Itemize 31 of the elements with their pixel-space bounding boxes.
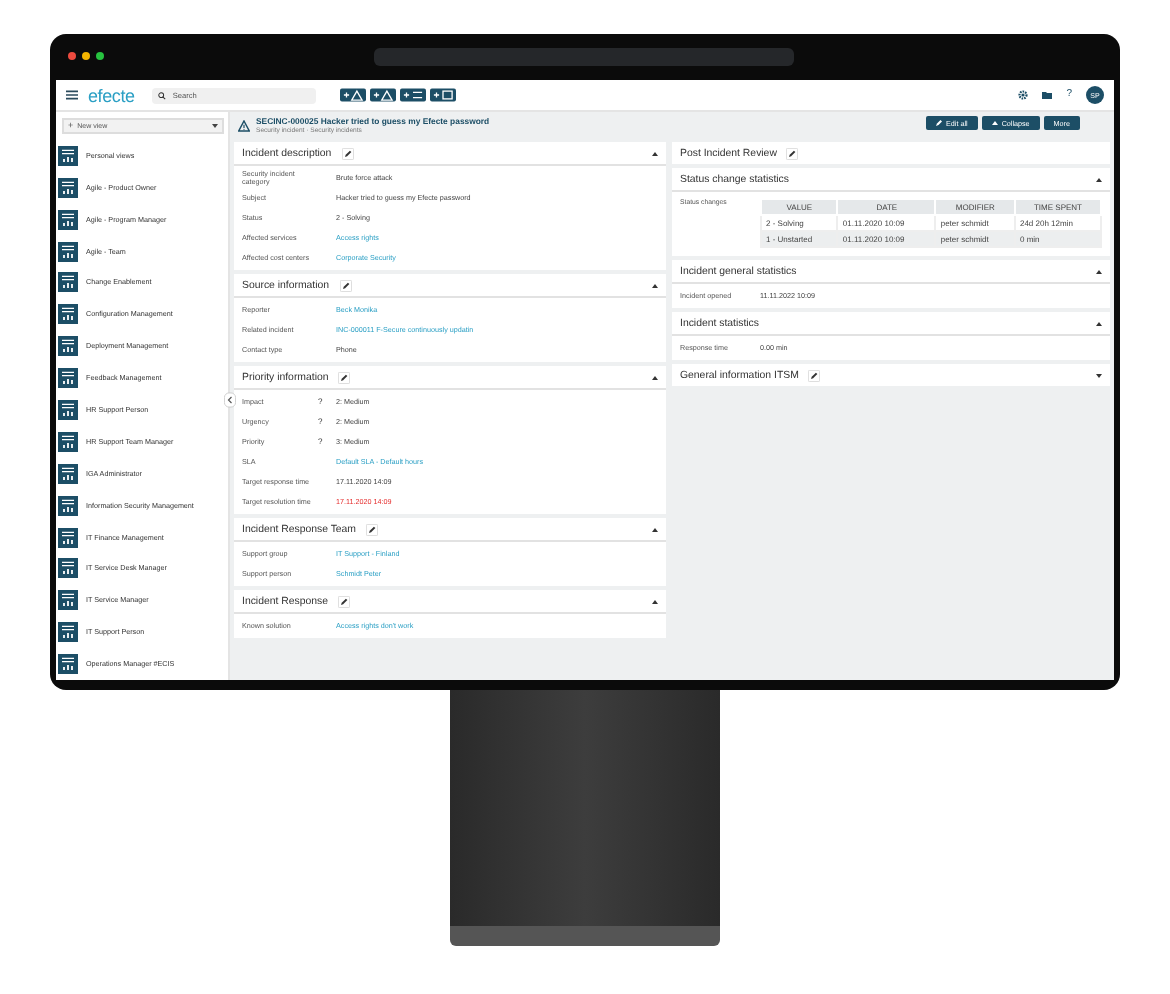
folder-icon[interactable] bbox=[1042, 90, 1053, 100]
menu-icon[interactable] bbox=[66, 90, 78, 100]
caret-up-icon[interactable] bbox=[652, 599, 658, 603]
caret-up-icon bbox=[991, 120, 998, 126]
add-window-icon[interactable] bbox=[430, 88, 457, 102]
warning-icon bbox=[238, 119, 250, 131]
settings-icon[interactable] bbox=[1018, 90, 1029, 100]
caret-up-icon[interactable] bbox=[652, 375, 658, 379]
caret-down-icon[interactable] bbox=[1096, 373, 1102, 377]
pencil-icon[interactable] bbox=[341, 147, 354, 159]
window-controls-icon[interactable] bbox=[68, 52, 104, 62]
caret-up-icon[interactable] bbox=[652, 151, 658, 155]
collapse-sidebar-icon[interactable] bbox=[224, 392, 236, 408]
caret-up-icon[interactable] bbox=[1096, 269, 1102, 273]
caret-icon bbox=[212, 123, 218, 128]
add-warning-icon[interactable] bbox=[370, 88, 397, 102]
pencil-icon bbox=[936, 120, 943, 126]
add-list-icon[interactable] bbox=[400, 88, 427, 102]
pencil-icon[interactable] bbox=[366, 523, 379, 535]
pencil-icon[interactable] bbox=[786, 147, 799, 159]
pencil-icon[interactable] bbox=[337, 595, 350, 607]
pencil-icon[interactable] bbox=[339, 279, 352, 291]
caret-up-icon[interactable] bbox=[652, 527, 658, 531]
caret-up-icon[interactable] bbox=[1096, 321, 1102, 325]
pencil-icon[interactable] bbox=[808, 369, 821, 381]
search-icon bbox=[158, 91, 167, 99]
caret-up-icon[interactable] bbox=[652, 283, 658, 287]
logo: efecte bbox=[88, 85, 135, 105]
caret-up-icon[interactable] bbox=[1096, 177, 1102, 181]
add-warning-icon[interactable] bbox=[340, 88, 367, 102]
pencil-icon[interactable] bbox=[338, 371, 351, 383]
